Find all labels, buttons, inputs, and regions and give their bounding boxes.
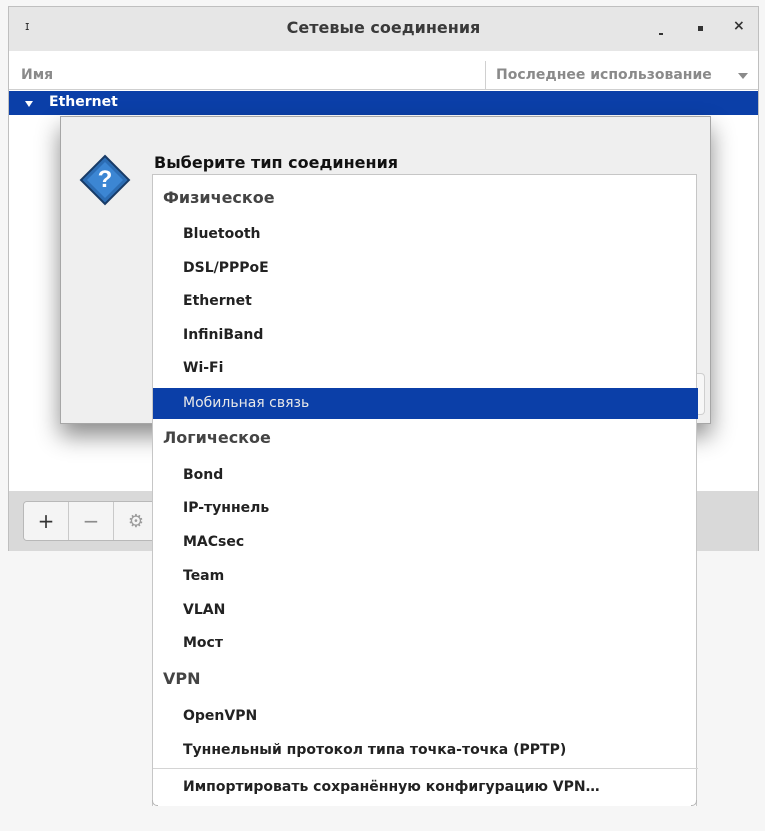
maximize-icon[interactable] — [689, 19, 713, 39]
add-connection-button[interactable]: + — [24, 502, 69, 540]
menu-item-infiniband[interactable]: InfiniBand — [153, 320, 698, 351]
menu-item-ip-tunnel[interactable]: IP-туннель — [153, 493, 698, 524]
menu-item-macsec[interactable]: MACsec — [153, 527, 698, 558]
minimize-icon[interactable] — [649, 19, 673, 39]
close-icon[interactable] — [725, 18, 749, 39]
sort-down-icon — [738, 73, 748, 79]
group-label: Ethernet — [49, 94, 118, 110]
menu-item-vlan[interactable]: VLAN — [153, 595, 698, 626]
menu-item-pptp[interactable]: Туннельный протокол типа точка-точка (PP… — [153, 735, 698, 766]
list-header: Имя Последнее использование — [9, 61, 758, 90]
chevron-down-icon — [25, 101, 33, 107]
section-vpn: VPN — [163, 669, 201, 688]
connection-type-menu: Физическое Bluetooth DSL/PPPoE Ethernet … — [152, 174, 698, 806]
column-name-header[interactable]: Имя — [21, 67, 53, 83]
menu-item-bond[interactable]: Bond — [153, 460, 698, 491]
screen: ɪ Сетевые соединения Имя Последнее испол… — [0, 0, 765, 831]
menu-item-bridge[interactable]: Мост — [153, 628, 698, 659]
menu-item-mobile[interactable]: Мобильная связь — [153, 388, 698, 419]
menu-separator — [153, 768, 698, 769]
menu-item-openvpn[interactable]: OpenVPN — [153, 701, 698, 732]
menu-item-team[interactable]: Team — [153, 561, 698, 592]
section-logical: Логическое — [163, 428, 271, 447]
window-title: Сетевые соединения — [286, 18, 481, 37]
column-last-used-label: Последнее использование — [496, 67, 712, 83]
menu-item-bluetooth[interactable]: Bluetooth — [153, 219, 698, 250]
window-titlebar[interactable]: ɪ Сетевые соединения — [9, 7, 758, 51]
menu-item-ethernet[interactable]: Ethernet — [153, 286, 698, 317]
remove-connection-button[interactable]: − — [69, 502, 114, 540]
connection-group-ethernet[interactable]: Ethernet — [9, 91, 758, 115]
connection-actions: + − ⚙ — [23, 501, 159, 541]
question-icon: ? — [79, 154, 131, 206]
svg-text:?: ? — [98, 166, 113, 193]
menu-item-dsl-pppoe[interactable]: DSL/PPPoE — [153, 253, 698, 284]
section-physical: Физическое — [163, 188, 275, 207]
menu-item-wifi[interactable]: Wi-Fi — [153, 353, 698, 384]
menu-item-import-vpn[interactable]: Импортировать сохранённую конфигурацию V… — [153, 772, 698, 803]
dialog-title: Выберите тип соединения — [154, 153, 399, 172]
column-last-used-header[interactable]: Последнее использование — [485, 61, 758, 89]
